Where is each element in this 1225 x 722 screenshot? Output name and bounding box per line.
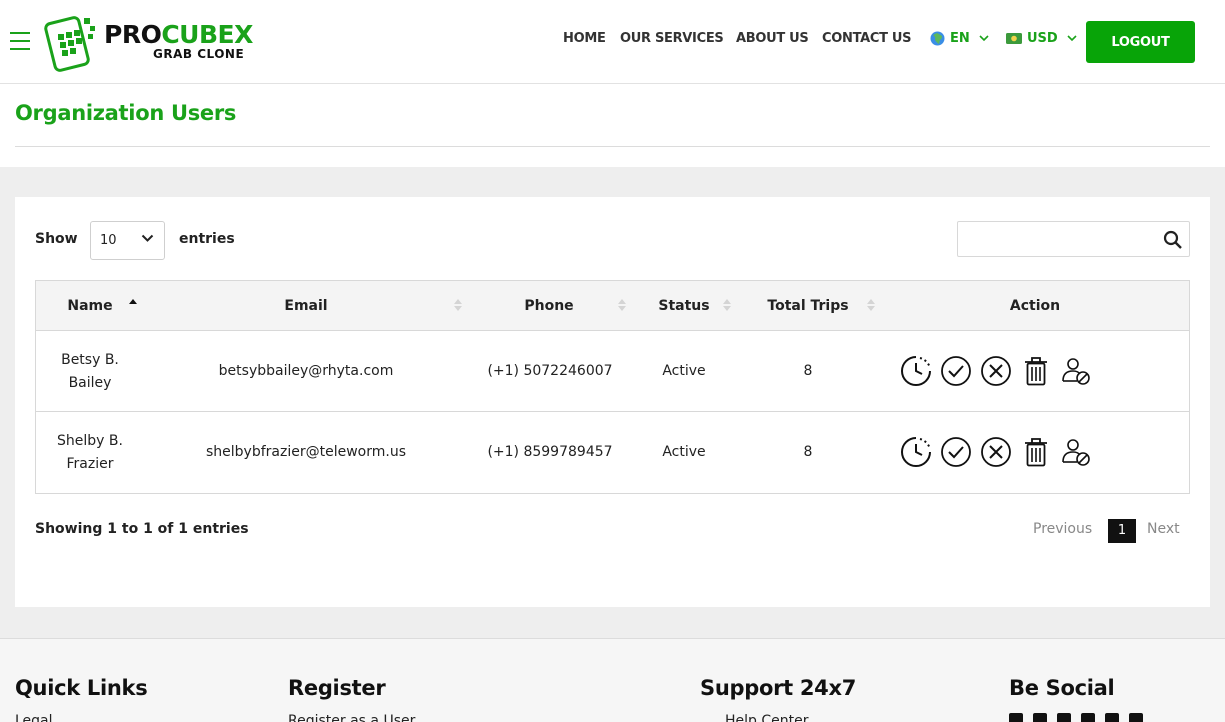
sort-icon[interactable] (618, 298, 626, 312)
language-selector[interactable]: EN (930, 31, 989, 46)
footer-link-legal[interactable]: Legal (15, 713, 53, 722)
show-label: Show (35, 231, 78, 247)
user-email-cell: shelbybfrazier@teleworm.us (206, 444, 406, 460)
user-status-cell: Active (662, 363, 706, 379)
column-header-phone[interactable]: Phone (490, 281, 608, 331)
sort-icon[interactable] (867, 298, 875, 312)
footer-heading-quick-links: Quick Links (15, 676, 148, 700)
pagination-info: Showing 1 to 1 of 1 entries (35, 521, 249, 537)
user-name-cell: Betsy B. Bailey (61, 351, 119, 391)
google-icon[interactable] (1081, 713, 1095, 722)
column-header-action: Action (1009, 298, 1061, 314)
entries-select-value: 10 (100, 233, 117, 248)
instagram-icon[interactable] (1105, 713, 1119, 722)
column-header-email[interactable]: Email (206, 281, 406, 331)
email-icon[interactable] (1129, 713, 1143, 722)
currency-label: USD (1027, 31, 1058, 46)
money-icon (1006, 33, 1022, 44)
check-circle-icon[interactable] (940, 355, 972, 387)
site-footer: Quick Links Register Support 24x7 Be Soc… (0, 638, 1225, 722)
x-circle-icon[interactable] (980, 355, 1012, 387)
table-header: Name Email Phone Status Total Trips Acti… (36, 281, 1189, 331)
footer-heading-register: Register (288, 676, 386, 700)
table-row: Betsy B. Bailey betsybbailey@rhyta.com (+… (36, 331, 1189, 412)
user-status-cell: Active (662, 444, 706, 460)
search-icon[interactable] (1163, 230, 1183, 250)
globe-icon (930, 31, 945, 46)
nav-contact-us[interactable]: CONTACT US (822, 31, 912, 46)
nav-our-services[interactable]: OUR SERVICES (620, 31, 724, 46)
logo-icon (44, 16, 95, 72)
sort-asc-icon[interactable] (129, 298, 137, 312)
logo-wordmark: PROCUBEX (104, 20, 253, 49)
users-table: Name Email Phone Status Total Trips Acti… (35, 280, 1190, 494)
footer-link-help-center[interactable]: Help Center (725, 713, 809, 722)
column-header-status[interactable]: Status (644, 281, 724, 331)
user-trips-cell: 8 (803, 363, 813, 379)
user-phone-cell: (+1) 5072246007 (487, 363, 613, 379)
user-email-cell: betsybbailey@rhyta.com (218, 363, 394, 379)
logo-tagline: GRAB CLONE (153, 47, 245, 61)
trash-icon[interactable] (1020, 355, 1052, 387)
trash-icon[interactable] (1020, 436, 1052, 468)
site-logo[interactable]: PROCUBEX GRAB CLONE (44, 14, 254, 72)
search-input[interactable] (957, 221, 1190, 257)
chevron-down-icon (1067, 35, 1077, 42)
facebook-icon[interactable] (1009, 713, 1023, 722)
social-icons (1009, 713, 1143, 722)
twitter-icon[interactable] (1033, 713, 1047, 722)
user-name-cell: Shelby B. Frazier (57, 432, 123, 472)
clock-icon[interactable] (900, 355, 932, 387)
nav-home[interactable]: HOME (563, 31, 606, 46)
pagination-previous[interactable]: Previous (1033, 521, 1092, 537)
user-block-icon[interactable] (1060, 436, 1092, 468)
users-card: Show 10 entries Name Email Phone Status … (15, 197, 1210, 607)
language-label: EN (950, 31, 970, 46)
sort-icon[interactable] (454, 298, 462, 312)
column-header-total-trips[interactable]: Total Trips (754, 281, 862, 331)
user-block-icon[interactable] (1060, 355, 1092, 387)
footer-heading-social: Be Social (1009, 676, 1115, 700)
chevron-down-icon (141, 234, 154, 242)
check-circle-icon[interactable] (940, 436, 972, 468)
clock-icon[interactable] (900, 436, 932, 468)
pagination-page-1[interactable]: 1 (1108, 519, 1136, 543)
footer-heading-support: Support 24x7 (700, 676, 857, 700)
entries-label: entries (179, 231, 235, 247)
page-title: Organization Users (15, 101, 237, 125)
user-trips-cell: 8 (803, 444, 813, 460)
footer-link-register-user[interactable]: Register as a User (288, 713, 415, 722)
chevron-down-icon (979, 35, 989, 42)
hamburger-menu-icon[interactable] (10, 32, 30, 50)
linkedin-icon[interactable] (1057, 713, 1071, 722)
sort-icon[interactable] (723, 298, 731, 312)
table-row: Shelby B. Frazier shelbybfrazier@teleworm… (36, 412, 1189, 493)
row-actions (900, 436, 1092, 468)
user-phone-cell: (+1) 8599789457 (487, 444, 613, 460)
entries-per-page-select[interactable]: 10 (90, 221, 165, 260)
row-actions (900, 355, 1092, 387)
nav-about-us[interactable]: ABOUT US (736, 31, 809, 46)
x-circle-icon[interactable] (980, 436, 1012, 468)
pagination-next[interactable]: Next (1147, 521, 1180, 537)
title-divider (15, 146, 1210, 147)
site-header: PROCUBEX GRAB CLONE HOME OUR SERVICES AB… (0, 0, 1225, 84)
logout-button[interactable]: LOGOUT (1086, 21, 1195, 63)
currency-selector[interactable]: USD (1006, 31, 1077, 46)
column-header-name[interactable]: Name (36, 281, 144, 331)
